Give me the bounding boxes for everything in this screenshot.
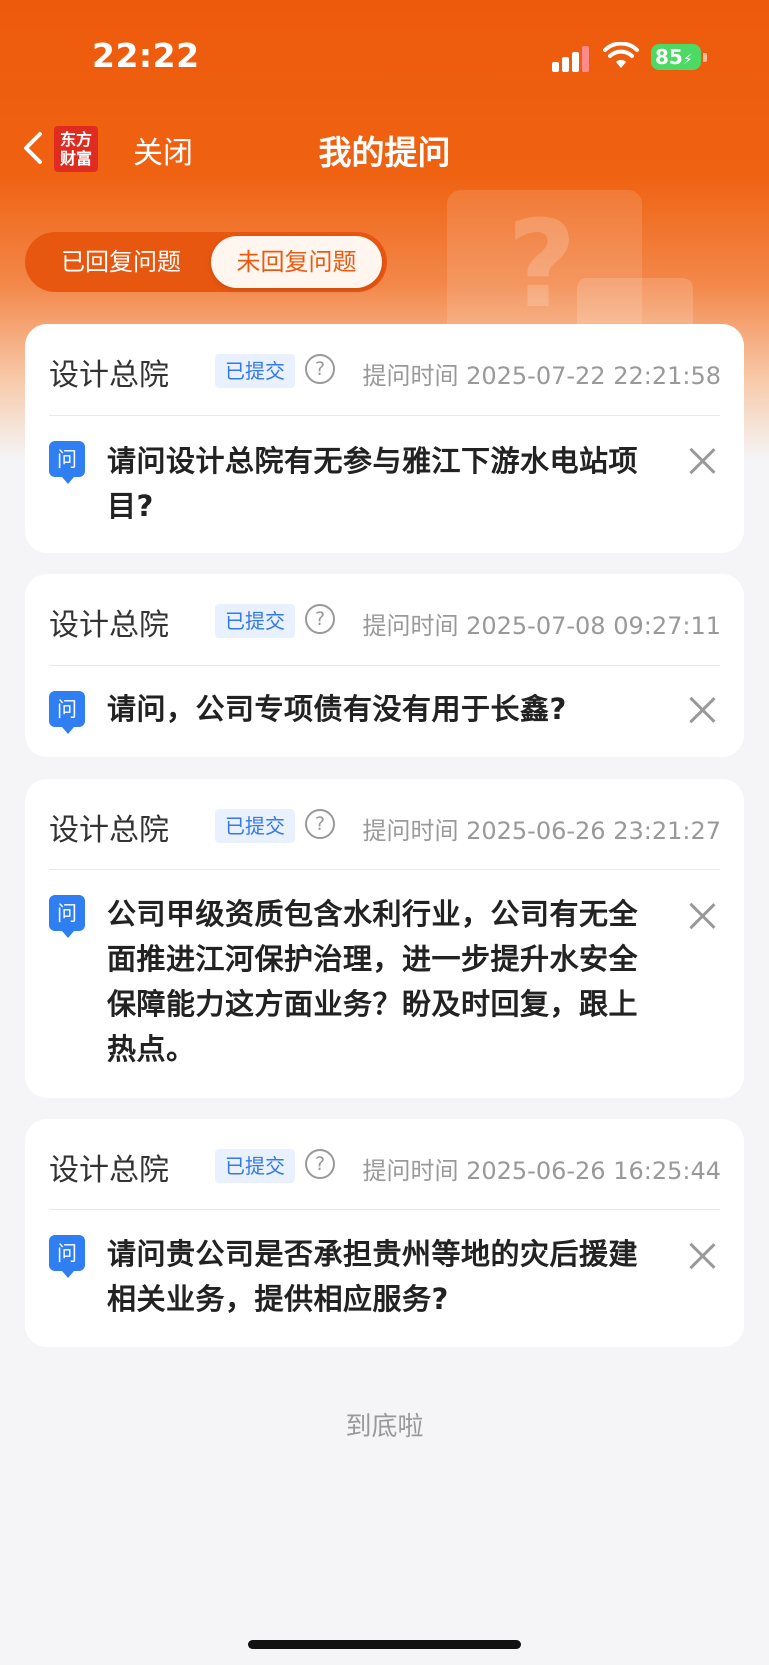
question-icon: 问 [49,441,85,484]
battery-icon: 85⚡ [651,44,701,70]
question-icon: 问 [49,1235,85,1278]
status-badge: 已提交 [215,809,295,843]
tab-unreplied[interactable]: 未回复问题 [211,236,382,288]
navigation-bar: 东方 财富 关闭 我的提问 [0,110,769,190]
delete-icon[interactable] [688,447,716,475]
status-bar: 22:22 85⚡ [0,0,769,110]
cellular-signal-icon [552,44,590,72]
divider [49,1209,720,1210]
question-text: 请问设计总院有无参与雅江下游水电站项目? [107,444,639,523]
company-name: 设计总院 [49,813,169,848]
question-icon: 问 [49,895,85,938]
page-title: 我的提问 [318,133,451,172]
wifi-icon [603,42,639,68]
divider [49,415,720,416]
card-header: 设计总院 已提交 ? 提问时间 2025-06-26 23:21:27 [49,805,721,848]
status-badge: 已提交 [215,1149,295,1183]
question-text: 公司甲级资质包含水利行业，公司有无全面推进江河保护治理，进一步提升水安全保障能力… [107,897,639,1066]
status-badge: 已提交 [215,354,295,388]
question-time: 提问时间 2025-06-26 16:25:44 [362,1157,721,1185]
card-header: 设计总院 已提交 ? 提问时间 2025-07-08 09:27:11 [49,600,721,643]
home-indicator[interactable] [248,1640,521,1649]
company-name: 设计总院 [49,608,169,643]
company-name: 设计总院 [49,1153,169,1188]
status-badge: 已提交 [215,604,295,638]
question-card: 设计总院 已提交 ? 提问时间 2025-06-26 16:25:44 问 请问… [25,1119,744,1347]
question-card: 设计总院 已提交 ? 提问时间 2025-07-08 09:27:11 问 请问… [25,574,744,757]
delete-icon[interactable] [688,902,716,930]
question-icon: 问 [49,691,85,734]
question-time: 提问时间 2025-07-08 09:27:11 [362,612,721,640]
question-time: 提问时间 2025-06-26 23:21:27 [362,817,721,845]
delete-icon[interactable] [688,1242,716,1270]
tab-switcher: 已回复问题 未回复问题 [25,232,387,292]
card-header: 设计总院 已提交 ? 提问时间 2025-07-22 22:21:58 [49,350,721,393]
help-icon[interactable]: ? [305,809,335,839]
help-icon[interactable]: ? [305,1149,335,1179]
question-text: 请问，公司专项债有没有用于长鑫? [107,692,567,726]
battery-level: 85 [655,45,683,69]
company-name: 设计总院 [49,358,169,393]
card-header: 设计总院 已提交 ? 提问时间 2025-06-26 16:25:44 [49,1145,721,1188]
help-icon[interactable]: ? [305,604,335,634]
question-card: 设计总院 已提交 ? 提问时间 2025-06-26 23:21:27 问 公司… [25,779,744,1098]
status-time: 22:22 [92,36,200,75]
end-of-list-text: 到底啦 [345,1412,424,1442]
help-icon[interactable]: ? [305,354,335,384]
divider [49,869,720,870]
question-text: 请问贵公司是否承担贵州等地的灾后援建相关业务，提供相应服务? [107,1237,639,1316]
question-card: 设计总院 已提交 ? 提问时间 2025-07-22 22:21:58 问 请问… [25,324,744,553]
tab-replied[interactable]: 已回复问题 [31,236,211,288]
delete-icon[interactable] [688,696,716,724]
divider [49,665,720,666]
question-time: 提问时间 2025-07-22 22:21:58 [362,362,721,390]
battery-tip [703,53,707,62]
